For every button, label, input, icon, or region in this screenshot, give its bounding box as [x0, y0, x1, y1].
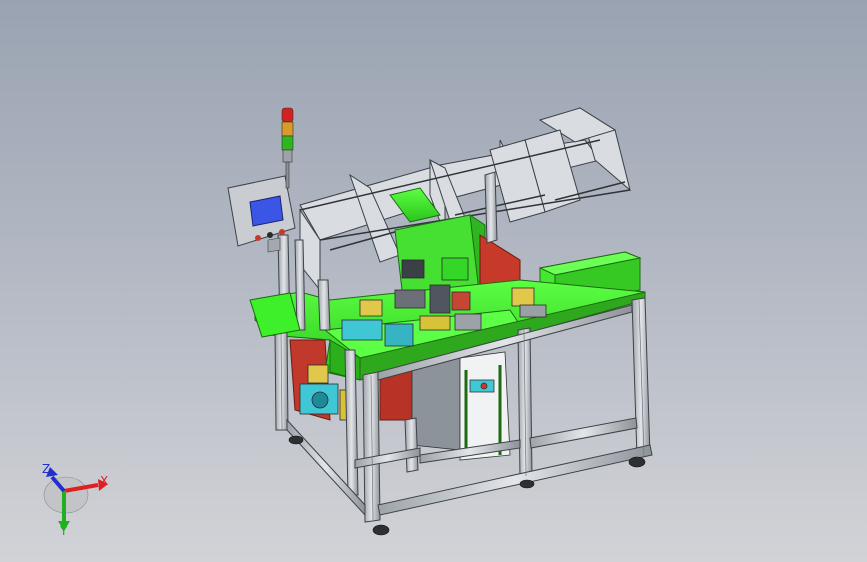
- machine-model[interactable]: [0, 0, 867, 562]
- orientation-triad[interactable]: Z X Y: [30, 455, 120, 540]
- y-axis-label: Y: [60, 524, 68, 538]
- z-axis-label: Z: [42, 462, 51, 476]
- x-axis-label: X: [100, 474, 109, 488]
- 3d-viewport[interactable]: Z X Y: [0, 0, 867, 562]
